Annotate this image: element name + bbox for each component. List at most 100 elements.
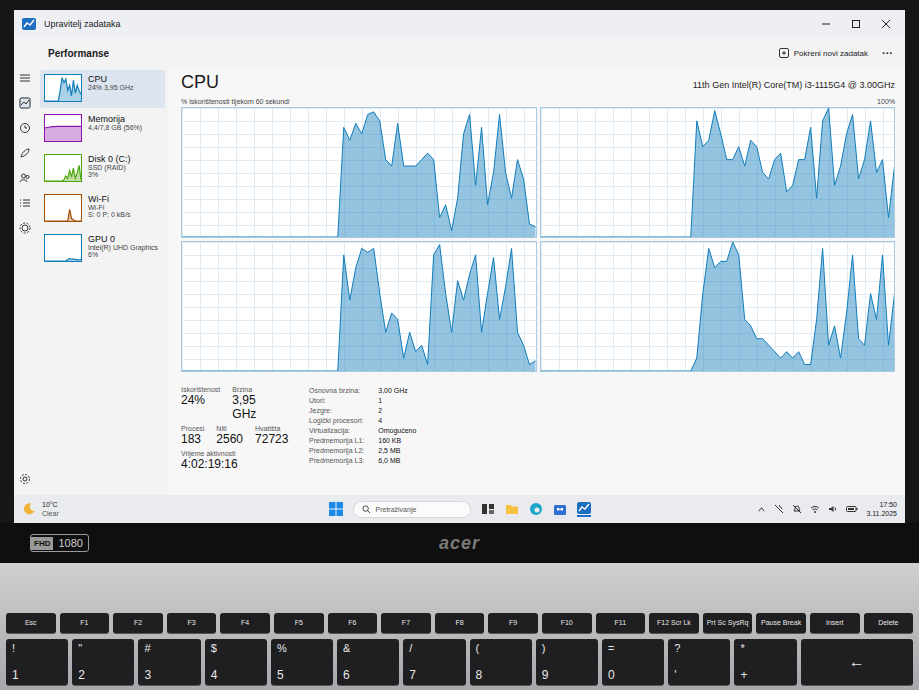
cpu-model: 11th Gen Intel(R) Core(TM) i3-1115G4 @ 3…: [693, 80, 895, 90]
key[interactable]: Delete: [864, 613, 914, 633]
menu-icon[interactable]: [19, 72, 31, 84]
uptime-value: 4:02:19:16: [181, 457, 281, 471]
task-manager-icon: [22, 18, 36, 30]
key[interactable]: ?': [668, 639, 730, 685]
resource-detail: Wi-Fi: [88, 204, 130, 211]
wifi-icon[interactable]: [810, 504, 820, 514]
stat-value: 24%: [181, 393, 220, 407]
task-view-icon[interactable]: [481, 502, 495, 516]
key[interactable]: #3: [138, 639, 200, 685]
tray-chevron-icon[interactable]: [757, 505, 766, 514]
resource-item[interactable]: Disk 0 (C:)SSD (RAID)3%: [40, 150, 165, 188]
key[interactable]: Esc: [6, 613, 56, 633]
key[interactable]: F5: [274, 613, 324, 633]
key[interactable]: F4: [220, 613, 270, 633]
key[interactable]: F8: [435, 613, 485, 633]
resource-item[interactable]: GPU 0Intel(R) UHD Graphics6%: [40, 230, 165, 268]
chart-max: 100%: [877, 98, 895, 105]
location-off-icon[interactable]: [774, 504, 784, 514]
key[interactable]: $4: [205, 639, 267, 685]
weather-widget[interactable]: 10°CClear: [22, 500, 329, 518]
resource-text: Wi-FiWi-FiS: 0 P: 0 kB/s: [88, 194, 130, 218]
count-row: Procesi183Niti2560Hvatišta72723: [181, 425, 281, 446]
task-manager-taskbar-icon[interactable]: [577, 501, 591, 517]
details-icon[interactable]: [19, 197, 31, 209]
key[interactable]: %5: [271, 639, 333, 685]
performance-icon[interactable]: [19, 97, 31, 109]
key[interactable]: /7: [403, 639, 465, 685]
windows-start-icon[interactable]: [329, 502, 343, 516]
resource-item[interactable]: Wi-FiWi-FiS: 0 P: 0 kB/s: [40, 190, 165, 228]
key[interactable]: F12 Scr Lk: [649, 613, 699, 633]
resource-text: Disk 0 (C:)SSD (RAID)3%: [88, 154, 131, 178]
key-label: 6: [343, 668, 393, 682]
key[interactable]: F7: [381, 613, 431, 633]
key[interactable]: F9: [488, 613, 538, 633]
number-key-row: !1"2#3$4%5&6/7(8)9=0?'*+←: [6, 639, 913, 685]
key[interactable]: F6: [328, 613, 378, 633]
key-label: +: [740, 668, 790, 682]
services-icon[interactable]: [19, 222, 31, 234]
edge-icon[interactable]: [529, 502, 543, 516]
key[interactable]: *+: [734, 639, 796, 685]
chart-caption: % iskorištenosti tijekom 60 sekundi100%: [181, 98, 895, 107]
spec-label: Osnovna brzina:: [309, 386, 364, 396]
nav-rail: [14, 68, 36, 495]
count-value: 72723: [255, 432, 288, 446]
minimize-icon[interactable]: [821, 19, 831, 29]
key[interactable]: F1: [60, 613, 110, 633]
clock[interactable]: 17:503.11.2025: [866, 500, 897, 518]
resource-item[interactable]: CPU24% 3,95 GHz: [40, 70, 165, 108]
key[interactable]: &6: [337, 639, 399, 685]
new-task-button[interactable]: Pokreni novi zadatak: [779, 48, 868, 58]
resource-detail: S: 0 P: 0 kB/s: [88, 211, 130, 218]
key[interactable]: "2: [72, 639, 134, 685]
resource-thumbnail: [44, 114, 82, 142]
cpu-stats: Iskorištenost24%Brzina3,95 GHzProcesi183…: [181, 372, 895, 471]
resource-sparkline: [45, 115, 81, 141]
key[interactable]: F3: [167, 613, 217, 633]
live-stats: Iskorištenost24%Brzina3,95 GHzProcesi183…: [181, 386, 281, 471]
key[interactable]: Insert: [810, 613, 860, 633]
resource-sparkline: [45, 235, 81, 261]
close-icon[interactable]: [881, 19, 891, 29]
settings-icon[interactable]: [19, 473, 31, 485]
key[interactable]: )9: [536, 639, 598, 685]
resource-detail: Intel(R) UHD Graphics: [88, 244, 158, 251]
users-icon[interactable]: [19, 172, 31, 184]
badge-left: FHD: [31, 537, 53, 550]
resource-item[interactable]: Memorija4,4/7,8 GB (56%): [40, 110, 165, 148]
store-icon[interactable]: [553, 502, 567, 516]
key[interactable]: F10: [542, 613, 592, 633]
clock-time: 17:50: [879, 500, 897, 509]
startup-icon[interactable]: [19, 147, 31, 159]
key[interactable]: F2: [113, 613, 163, 633]
key[interactable]: !1: [6, 639, 68, 685]
key[interactable]: F11: [596, 613, 646, 633]
weather-text: 10°CClear: [42, 500, 59, 518]
key-shift-label: %: [277, 642, 327, 654]
key[interactable]: Prt Sc SysRq: [703, 613, 753, 633]
maximize-icon[interactable]: [851, 19, 861, 29]
key[interactable]: (8: [470, 639, 532, 685]
key-label: 7: [409, 668, 459, 682]
history-icon[interactable]: [19, 122, 31, 134]
key-shift-label: ": [78, 642, 128, 654]
new-task-icon: [779, 48, 789, 58]
file-explorer-icon[interactable]: [505, 502, 519, 516]
core-series: [541, 242, 895, 371]
volume-icon[interactable]: [828, 504, 838, 514]
more-button[interactable]: ···: [882, 47, 893, 59]
battery-icon[interactable]: [846, 504, 858, 514]
key[interactable]: Pause Break: [756, 613, 806, 633]
stat-label: Brzina: [232, 386, 281, 393]
count-label: Hvatišta: [255, 425, 288, 432]
resource-thumbnail: [44, 234, 82, 262]
resource-name: Disk 0 (C:): [88, 154, 131, 164]
notification-off-icon[interactable]: [792, 504, 802, 514]
backspace-key[interactable]: ←: [801, 639, 913, 685]
taskbar-search[interactable]: Pretraživanje: [353, 501, 471, 518]
key[interactable]: =0: [602, 639, 664, 685]
spec-label: Predmemorija L3:: [309, 456, 364, 466]
cpu-title: CPU: [181, 72, 219, 93]
